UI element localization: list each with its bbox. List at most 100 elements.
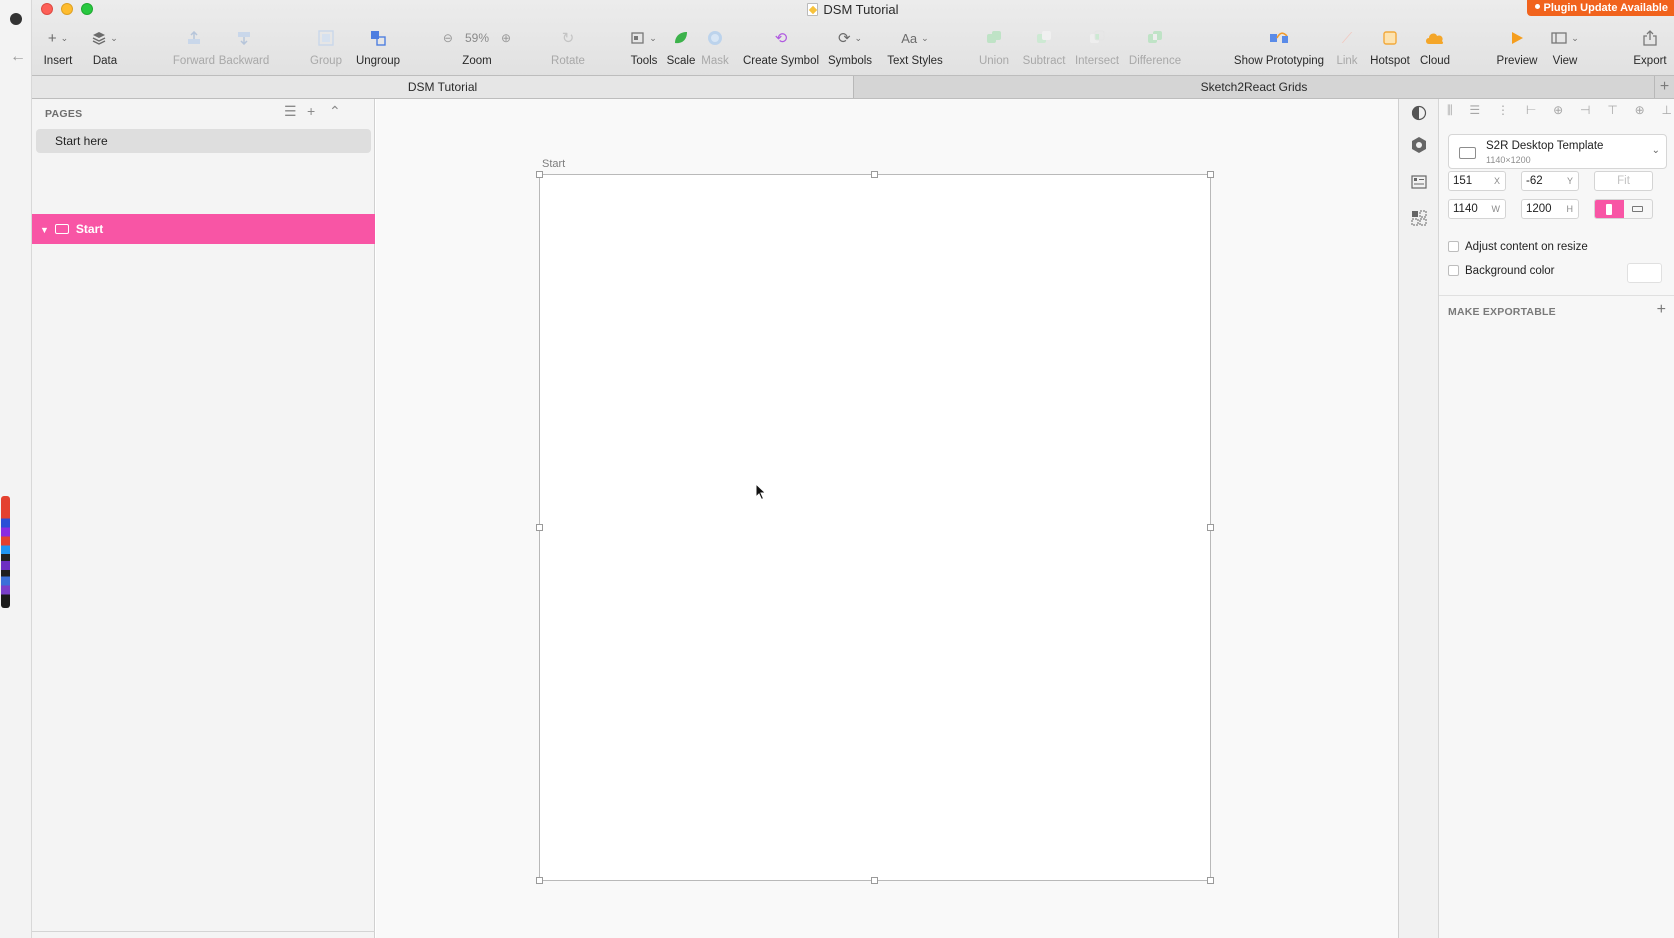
distribute-vertical-icon[interactable]: ☰ <box>1469 103 1480 125</box>
zoom-in-icon[interactable]: ⊕ <box>501 31 511 45</box>
intersect-button[interactable]: Intersect <box>1072 27 1122 67</box>
subtract-icon <box>1020 27 1068 49</box>
ungroup-icon <box>354 27 402 49</box>
symbols-button[interactable]: ⟳ ⌄ Symbols <box>827 27 873 67</box>
zoom-control[interactable]: ⊖ 59% ⊕ Zoom <box>438 27 516 67</box>
difference-button[interactable]: Difference <box>1125 27 1185 67</box>
tools-button[interactable]: ⌄ Tools <box>628 27 660 67</box>
view-icon: ⌄ <box>1547 27 1583 49</box>
h-value: 1200 <box>1526 203 1552 215</box>
width-field[interactable]: 1140 W <box>1448 199 1506 219</box>
create-symbol-button[interactable]: ⟲ Create Symbol <box>742 27 820 67</box>
scale-icon <box>666 27 696 49</box>
plus-icon: +︎ ⌄ <box>47 29 69 47</box>
export-button[interactable]: Export <box>1630 27 1670 67</box>
new-tab-plus-icon[interactable]: + <box>1654 76 1674 98</box>
style-inspector-icon[interactable] <box>1409 103 1429 123</box>
desktop-edge-strip: ← <box>0 0 32 938</box>
artboard-preset-select[interactable]: S2R Desktop Template 1140×1200 ⌄ <box>1448 134 1667 169</box>
checkbox-icon[interactable] <box>1448 241 1459 252</box>
ungroup-button[interactable]: Ungroup <box>354 27 402 67</box>
resize-handle-top-right[interactable] <box>1207 171 1214 178</box>
scale-button[interactable]: Scale <box>666 27 696 67</box>
checkbox-icon[interactable] <box>1448 265 1459 276</box>
text-styles-button[interactable]: Aa ⌄ Text Styles <box>885 27 945 68</box>
sketch-document-icon <box>807 3 819 16</box>
align-left-icon[interactable]: ⊢ <box>1526 103 1536 125</box>
align-right-icon[interactable]: ⊣ <box>1580 103 1590 125</box>
forward-button[interactable]: Forward <box>172 27 216 67</box>
disclosure-triangle-icon[interactable]: ▼ <box>40 215 49 245</box>
more-distribute-icon[interactable]: ⋮ <box>1497 103 1509 125</box>
hotspot-button[interactable]: Hotspot <box>1368 27 1412 67</box>
resize-handle-bottom-left[interactable] <box>536 877 543 884</box>
x-value: 151 <box>1453 175 1473 187</box>
tools-icon: ⌄ <box>628 27 660 49</box>
adjust-content-checkbox[interactable]: Adjust content on resize <box>1448 241 1588 253</box>
background-color-swatch[interactable] <box>1627 263 1662 283</box>
preview-button[interactable]: Preview <box>1494 27 1540 67</box>
group-icon <box>308 27 344 49</box>
symbols-icon: ⟳ ⌄ <box>837 30 863 47</box>
align-center-icon[interactable]: ⊕ <box>1553 103 1563 125</box>
collapse-chevron-icon[interactable]: ⌃ <box>329 103 341 120</box>
rotate-button[interactable]: ↻ Rotate <box>550 27 586 67</box>
union-button[interactable]: Union <box>976 27 1012 67</box>
group-button[interactable]: Group <box>308 27 344 67</box>
canvas[interactable]: Start <box>376 99 1398 938</box>
add-export-plus-icon[interactable]: + <box>1657 301 1666 319</box>
artboard-title[interactable]: Start <box>542 158 565 170</box>
hotspot-icon <box>1368 27 1412 49</box>
resize-handle-top-left[interactable] <box>536 171 543 178</box>
pages-header: PAGES <box>45 108 83 120</box>
add-page-plus-icon[interactable]: + <box>307 103 315 119</box>
zoom-value: 59% <box>464 31 490 45</box>
cloud-button[interactable]: Cloud <box>1416 27 1454 67</box>
resize-handle-middle-left[interactable] <box>536 524 543 531</box>
link-icon: ⟋ <box>1341 29 1353 47</box>
prototyping-icon <box>1232 27 1326 49</box>
resize-handle-bottom-center[interactable] <box>871 877 878 884</box>
subtract-button[interactable]: Subtract <box>1020 27 1068 67</box>
create-symbol-icon: ⟲ <box>774 30 788 47</box>
distribute-horizontal-icon[interactable]: ⫼ <box>1447 103 1453 125</box>
zoom-out-icon[interactable]: ⊖ <box>443 31 453 45</box>
tab-dsm-tutorial[interactable]: DSM Tutorial <box>32 76 854 98</box>
resize-handle-top-center[interactable] <box>871 171 878 178</box>
align-top-icon[interactable]: ⊤ <box>1607 103 1617 125</box>
component-icon[interactable] <box>1409 208 1429 228</box>
resize-handle-bottom-right[interactable] <box>1207 877 1214 884</box>
landscape-orientation-icon[interactable] <box>1624 200 1653 218</box>
x-position-field[interactable]: 151 X <box>1448 171 1506 191</box>
height-field[interactable]: 1200 H <box>1521 199 1579 219</box>
page-list-icon[interactable]: ☰ <box>284 103 297 120</box>
show-prototyping-button[interactable]: Show Prototyping <box>1232 27 1326 67</box>
mask-button[interactable]: Mask <box>700 27 730 67</box>
panel-bottom-divider <box>32 931 375 932</box>
prototype-hexagon-icon[interactable] <box>1409 135 1429 155</box>
link-button[interactable]: ⟋ Link <box>1332 27 1362 68</box>
orientation-toggle[interactable] <box>1594 199 1653 219</box>
color-palette-icon[interactable] <box>1 496 10 608</box>
view-button[interactable]: ⌄ View <box>1547 27 1583 67</box>
portrait-orientation-icon[interactable] <box>1595 200 1624 218</box>
layer-list-icon[interactable] <box>1409 172 1429 192</box>
artboard[interactable] <box>539 174 1211 881</box>
plugin-update-badge[interactable]: Plugin Update Available <box>1526 0 1674 16</box>
page-item-start-here[interactable]: Start here <box>36 129 371 153</box>
rotate-icon: ↻ <box>561 30 575 47</box>
background-color-checkbox[interactable]: Background color <box>1448 265 1555 277</box>
layer-artboard-start[interactable]: ▼ Start <box>32 214 375 244</box>
bring-forward-icon <box>172 27 216 49</box>
insert-button[interactable]: +︎ ⌄ Insert <box>42 27 74 68</box>
backward-button[interactable]: Backward <box>218 27 270 67</box>
align-bottom-icon[interactable]: ⊥ <box>1662 103 1672 125</box>
fit-button[interactable]: Fit <box>1594 171 1653 191</box>
back-arrow-icon[interactable]: ← <box>10 48 26 66</box>
tab-sketch2react-grids[interactable]: Sketch2React Grids <box>854 76 1654 98</box>
y-position-field[interactable]: -62 Y <box>1521 171 1579 191</box>
inspector-tab-strip <box>1398 99 1439 938</box>
resize-handle-middle-right[interactable] <box>1207 524 1214 531</box>
data-button[interactable]: ⌄ Data <box>90 27 120 67</box>
align-middle-icon[interactable]: ⊕ <box>1635 103 1645 125</box>
